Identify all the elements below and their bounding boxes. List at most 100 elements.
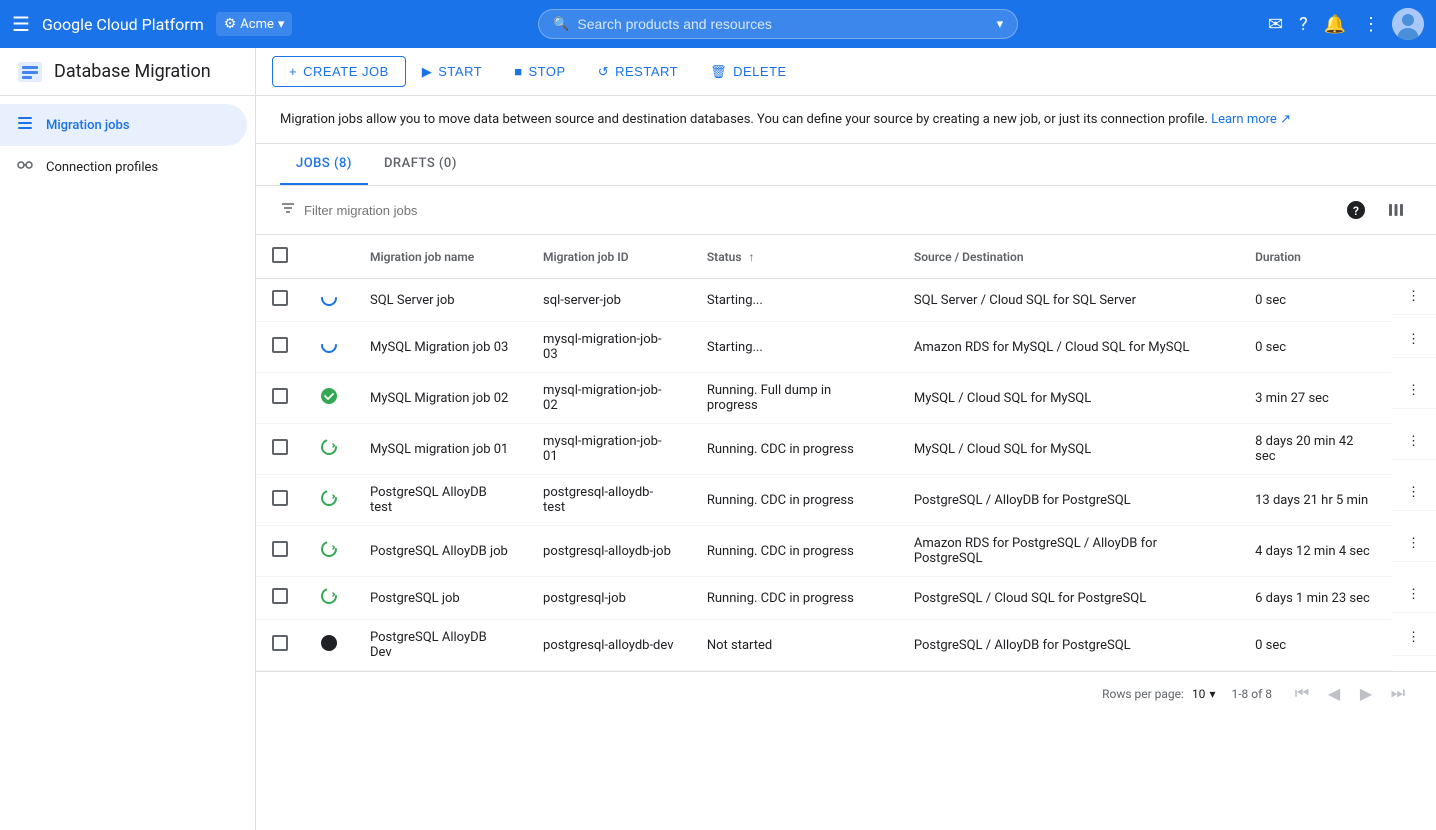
job-source-dest-cell: MySQL / Cloud SQL for MySQL (898, 424, 1239, 475)
restart-icon: ↺ (598, 64, 609, 80)
job-actions-cell[interactable]: ⋮ (1391, 620, 1436, 656)
help-icon[interactable]: ? (1295, 10, 1312, 39)
help-icon-btn[interactable]: ? (1340, 194, 1372, 226)
rows-per-page: Rows per page: 10 ▾ (1102, 687, 1215, 701)
status-icon-cell (304, 526, 354, 577)
status-icon-cell (304, 424, 354, 475)
next-page-button[interactable]: ▶ (1352, 680, 1380, 708)
table-row: PostgreSQL AlloyDB Devpostgresql-alloydb… (256, 620, 1436, 671)
last-page-button[interactable]: ⏭ (1384, 680, 1412, 708)
job-name-cell[interactable]: PostgreSQL AlloyDB test (354, 475, 527, 526)
search-bar[interactable]: 🔍 ▾ (538, 9, 1018, 39)
migration-jobs-table: Migration job name Migration job ID Stat… (256, 235, 1436, 671)
job-actions-cell[interactable]: ⋮ (1391, 279, 1436, 315)
hamburger-icon[interactable]: ☰ (12, 12, 30, 36)
first-page-button[interactable]: ⏮ (1288, 680, 1316, 708)
select-all-checkbox[interactable] (272, 247, 288, 263)
job-actions-cell[interactable]: ⋮ (1391, 373, 1436, 409)
table-row: MySQL migration job 01mysql-migration-jo… (256, 424, 1436, 475)
th-checkbox (256, 235, 304, 279)
job-id-cell: mysql-migration-job-03 (527, 322, 691, 373)
learn-more-link[interactable]: Learn more ↗ (1211, 112, 1291, 127)
stop-button[interactable]: ■ STOP (498, 56, 582, 87)
job-source-dest-cell: SQL Server / Cloud SQL for SQL Server (898, 279, 1239, 322)
main-content: Migration jobs allow you to move data be… (256, 96, 1436, 830)
sidebar-item-migration-jobs[interactable]: Migration jobs (0, 104, 247, 146)
row-checkbox-cell (256, 322, 304, 373)
create-job-button[interactable]: + CREATE JOB (272, 56, 406, 87)
restart-button[interactable]: ↺ RESTART (582, 56, 694, 88)
row-checkbox-cell (256, 373, 304, 424)
row-checkbox-cell (256, 279, 304, 322)
row-checkbox[interactable] (272, 490, 288, 506)
status-icon-cell (304, 577, 354, 620)
rows-per-page-select[interactable]: 10 ▾ (1192, 687, 1216, 701)
row-checkbox[interactable] (272, 290, 288, 306)
th-status[interactable]: Status ↑ (691, 235, 898, 279)
job-name-cell[interactable]: PostgreSQL job (354, 577, 527, 620)
job-actions-cell[interactable]: ⋮ (1391, 322, 1436, 358)
row-checkbox[interactable] (272, 337, 288, 353)
job-id-cell: postgresql-alloydb-job (527, 526, 691, 577)
job-actions-cell[interactable]: ⋮ (1391, 577, 1436, 613)
notifications-icon[interactable]: 🔔 (1320, 10, 1350, 39)
job-status-cell: Running. CDC in progress (691, 424, 898, 475)
job-name-cell[interactable]: PostgreSQL AlloyDB job (354, 526, 527, 577)
job-status-cell: Running. CDC in progress (691, 526, 898, 577)
status-icon-cell (304, 279, 354, 322)
job-source-dest-cell: Amazon RDS for PostgreSQL / AlloyDB for … (898, 526, 1239, 577)
job-actions-cell[interactable]: ⋮ (1391, 475, 1436, 511)
filter-input[interactable] (304, 203, 504, 218)
tab-jobs[interactable]: JOBS (8) (280, 144, 368, 185)
table-row: SQL Server jobsql-server-jobStarting...S… (256, 279, 1436, 322)
row-checkbox-cell (256, 424, 304, 475)
project-selector[interactable]: ⚙ Acme ▾ (216, 12, 293, 36)
job-status-cell: Running. CDC in progress (691, 577, 898, 620)
delete-icon: 🗑 (710, 64, 727, 80)
job-name-cell[interactable]: MySQL Migration job 03 (354, 322, 527, 373)
job-id-cell: mysql-migration-job-01 (527, 424, 691, 475)
job-name-cell[interactable]: MySQL Migration job 02 (354, 373, 527, 424)
more-vert-icon[interactable]: ⋮ (1358, 10, 1384, 39)
job-name-cell[interactable]: MySQL migration job 01 (354, 424, 527, 475)
rows-per-page-label: Rows per page: (1102, 687, 1184, 701)
job-id-cell: mysql-migration-job-02 (527, 373, 691, 424)
row-checkbox[interactable] (272, 541, 288, 557)
list-icon (16, 114, 34, 136)
table-header-row: Migration job name Migration job ID Stat… (256, 235, 1436, 279)
job-id-cell: postgresql-alloydb-test (527, 475, 691, 526)
job-name-cell[interactable]: SQL Server job (354, 279, 527, 322)
sort-icon: ↑ (749, 250, 755, 264)
job-duration-cell: 8 days 20 min 42 sec (1239, 424, 1391, 475)
row-checkbox[interactable] (272, 588, 288, 604)
row-checkbox[interactable] (272, 635, 288, 651)
delete-button[interactable]: 🗑 DELETE (694, 56, 803, 88)
job-actions-cell[interactable]: ⋮ (1391, 526, 1436, 562)
prev-page-button[interactable]: ◀ (1320, 680, 1348, 708)
row-checkbox[interactable] (272, 439, 288, 455)
email-icon[interactable]: ✉ (1264, 10, 1287, 39)
project-dropdown-icon: ▾ (278, 17, 285, 32)
job-duration-cell: 4 days 12 min 4 sec (1239, 526, 1391, 577)
running-cdc-icon (320, 438, 338, 456)
th-status-icon (304, 235, 354, 279)
sidebar-item-connection-profiles[interactable]: Connection profiles (0, 146, 247, 188)
info-banner: Migration jobs allow you to move data be… (256, 96, 1436, 144)
row-checkbox-cell (256, 475, 304, 526)
running-full-icon (320, 387, 338, 405)
job-actions-cell[interactable]: ⋮ (1391, 424, 1436, 460)
page-nav: ⏮ ◀ ▶ ⏭ (1288, 680, 1412, 708)
job-name-cell[interactable]: PostgreSQL AlloyDB Dev (354, 620, 527, 671)
row-checkbox[interactable] (272, 388, 288, 404)
tab-drafts[interactable]: DRAFTS (0) (368, 144, 473, 185)
start-button[interactable]: ▶ START (406, 56, 498, 88)
database-migration-icon (16, 58, 44, 86)
status-icon-cell (304, 373, 354, 424)
search-input[interactable] (577, 16, 988, 32)
job-duration-cell: 0 sec (1239, 322, 1391, 373)
status-icon-cell (304, 620, 354, 671)
column-toggle-icon-btn[interactable] (1380, 194, 1412, 226)
sidebar-item-label: Connection profiles (46, 160, 158, 175)
project-name: Acme (240, 17, 274, 32)
avatar[interactable] (1392, 8, 1424, 40)
